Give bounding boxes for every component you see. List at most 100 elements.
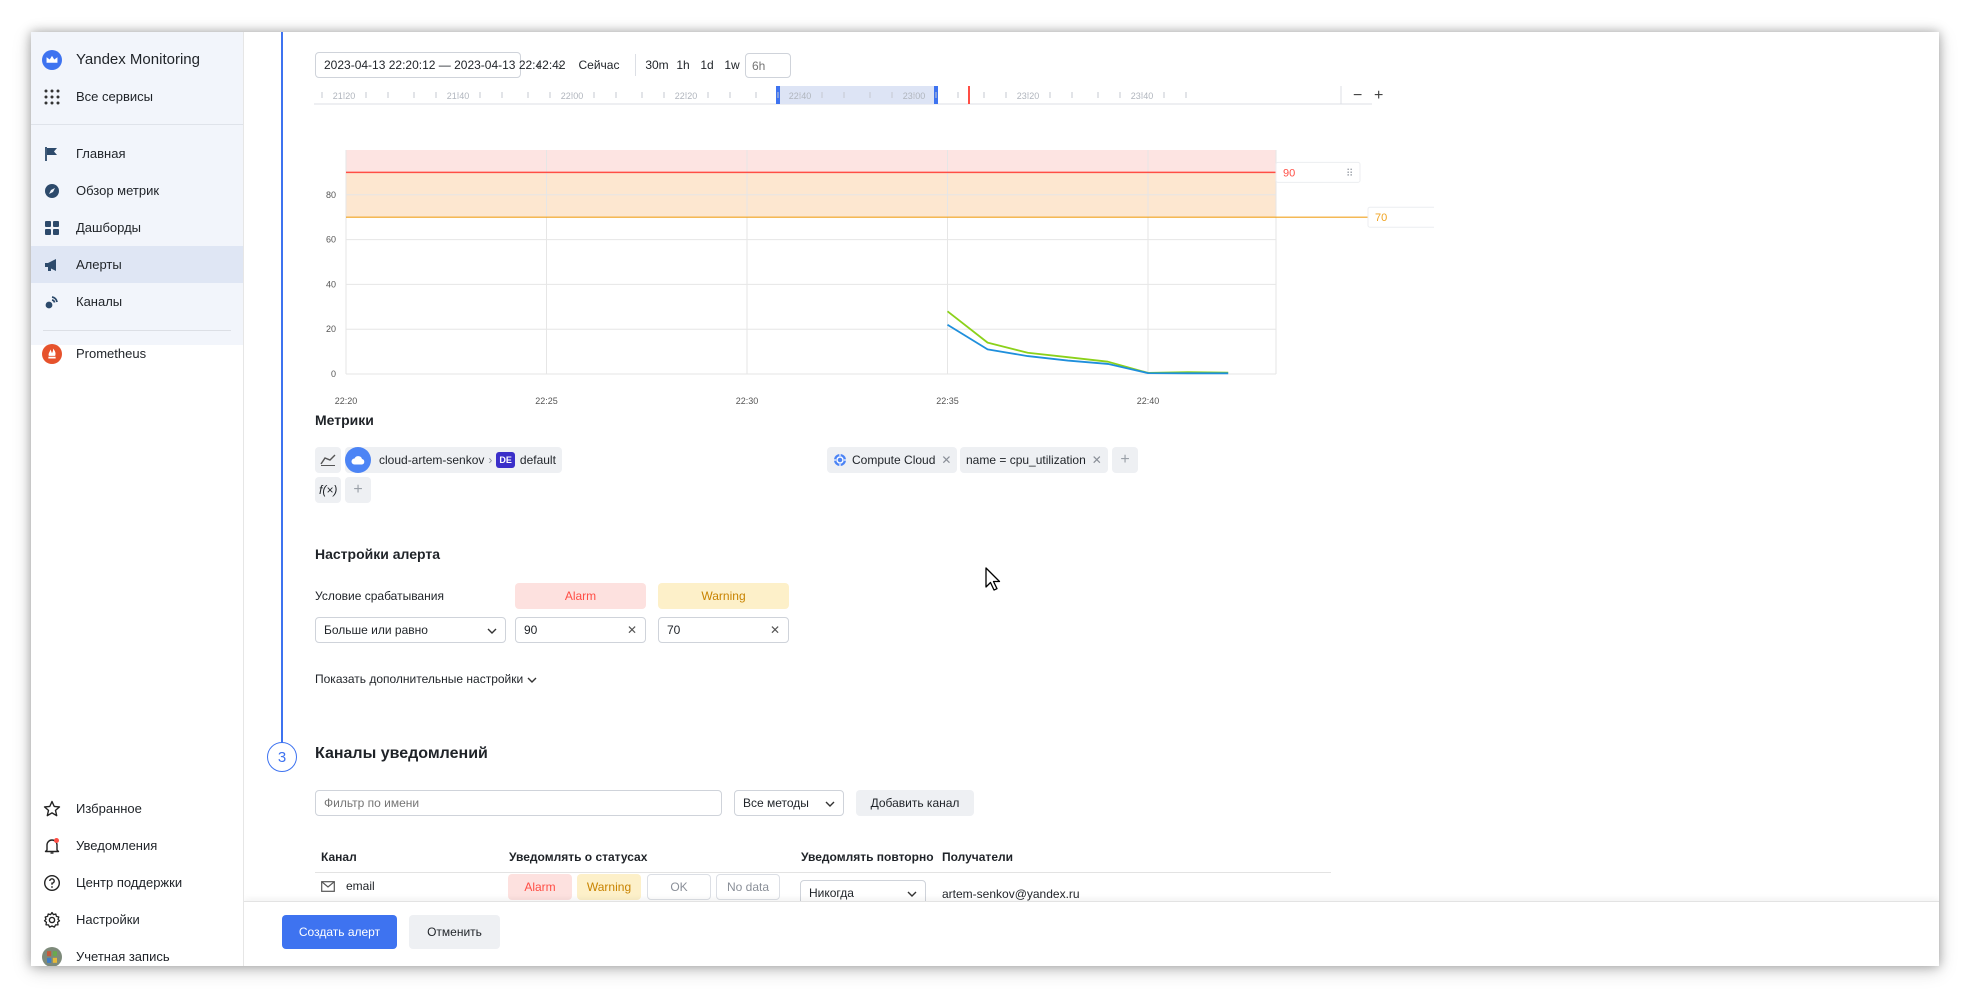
help-icon bbox=[42, 873, 62, 893]
alarm-threshold-input[interactable]: 90 ✕ bbox=[515, 617, 646, 643]
warning-threshold-value: 70 bbox=[667, 623, 681, 637]
add-function-button[interactable]: f(×) bbox=[315, 477, 341, 503]
close-icon[interactable]: ✕ bbox=[941, 453, 951, 467]
timeline-tick-label: 22:00 bbox=[561, 91, 584, 101]
preset-1w-button[interactable]: 1w bbox=[720, 52, 744, 78]
preset-30m-button[interactable]: 30m bbox=[643, 52, 671, 78]
chevron-right-icon: › bbox=[557, 57, 563, 73]
warning-threshold-input[interactable]: 70 ✕ bbox=[658, 617, 789, 643]
timeline-now-marker bbox=[968, 86, 970, 104]
add-query-button[interactable]: + bbox=[345, 477, 371, 503]
alarm-threshold-value: 90 bbox=[524, 623, 538, 637]
plus-icon: + bbox=[1120, 451, 1130, 468]
toolbar-divider bbox=[635, 54, 636, 76]
service-selector-chip[interactable]: Compute Cloud ✕ bbox=[827, 447, 958, 473]
clear-icon[interactable]: ✕ bbox=[627, 623, 637, 637]
function-icon: f(×) bbox=[319, 483, 338, 497]
sidebar-item-home[interactable]: Главная bbox=[31, 135, 243, 172]
cancel-button[interactable]: Отменить bbox=[409, 915, 500, 949]
cpu-utilization-chart[interactable]: 0 20 40 60 80 22:20 22:25 22:30 22:35 22:40 90 ⠿ 70⠿ bbox=[314, 142, 1434, 422]
mail-icon bbox=[321, 880, 335, 895]
add-selector-button[interactable]: + bbox=[1112, 447, 1138, 473]
sidebar-item-settings[interactable]: Настройки bbox=[31, 901, 243, 938]
x-tick-label: 22:35 bbox=[936, 396, 959, 406]
timeline-tick-label: 22:20 bbox=[675, 91, 698, 101]
sidebar-item-notifications[interactable]: Уведомления bbox=[31, 827, 243, 864]
status-toggle-ok[interactable]: OK bbox=[647, 874, 711, 900]
channels-icon bbox=[42, 292, 62, 312]
custom-range-input[interactable] bbox=[745, 53, 791, 78]
create-alert-label: Создать алерт bbox=[298, 925, 381, 939]
channel-filter-input[interactable] bbox=[315, 790, 722, 816]
alarm-header: Alarm bbox=[515, 583, 646, 609]
clear-icon[interactable]: ✕ bbox=[770, 623, 780, 637]
sidebar-item-label: Обзор метрик bbox=[76, 183, 160, 198]
y-tick-label: 40 bbox=[326, 279, 336, 289]
sidebar-item-alerts[interactable]: Алерты bbox=[31, 246, 243, 283]
sidebar-item-label: Учетная запись bbox=[76, 949, 170, 964]
warning-threshold-handle-value: 70 bbox=[1375, 212, 1387, 224]
main-content: 2023-04-13 22:20:12 — 2023-04-13 22:42:4… bbox=[244, 32, 1939, 966]
cloud-icon bbox=[345, 447, 371, 473]
status-toggle-alarm[interactable]: Alarm bbox=[508, 874, 572, 900]
cancel-label: Отменить bbox=[427, 925, 482, 939]
sidebar: Yandex Monitoring Все сервисы Главная Об… bbox=[31, 32, 244, 966]
sidebar-item-label: Избранное bbox=[76, 801, 142, 816]
x-tick-label: 22:25 bbox=[535, 396, 558, 406]
sidebar-item-favorites[interactable]: Избранное bbox=[31, 790, 243, 827]
label-selector-chip[interactable]: name = cpu_utilization ✕ bbox=[960, 447, 1108, 473]
methods-select[interactable]: Все методы bbox=[734, 790, 844, 816]
brand-link[interactable]: Yandex Monitoring bbox=[31, 41, 243, 78]
bell-icon bbox=[42, 836, 62, 856]
chevron-down-icon bbox=[487, 623, 497, 637]
prev-range-button[interactable]: ‹ bbox=[528, 52, 548, 78]
x-tick-label: 22:20 bbox=[335, 396, 358, 406]
timeline-tick-label: 23:20 bbox=[1017, 91, 1040, 101]
sidebar-item-dashboards[interactable]: Дашборды bbox=[31, 209, 243, 246]
timeline-tick-label: 23:40 bbox=[1131, 91, 1154, 101]
all-services-button[interactable]: Все сервисы bbox=[31, 78, 243, 115]
more-settings-link[interactable]: Показать дополнительные настройки bbox=[315, 672, 537, 686]
zoom-out-icon[interactable]: − bbox=[1353, 87, 1362, 104]
warning-threshold-handle[interactable]: 70⠿ bbox=[1367, 206, 1434, 228]
y-tick-label: 20 bbox=[326, 324, 336, 334]
series-line-1 bbox=[947, 323, 1229, 375]
close-icon[interactable]: ✕ bbox=[1092, 453, 1102, 467]
brand-title: Yandex Monitoring bbox=[76, 51, 200, 68]
condition-select[interactable]: Больше или равно bbox=[315, 617, 506, 643]
add-channel-label: Добавить канал bbox=[870, 796, 960, 810]
star-icon bbox=[42, 799, 62, 819]
timeline-tick-label: 23:00 bbox=[903, 91, 926, 101]
time-range-input[interactable]: 2023-04-13 22:20:12 — 2023-04-13 22:42:4… bbox=[315, 52, 566, 78]
sidebar-item-metrics-explorer[interactable]: Обзор метрик bbox=[31, 172, 243, 209]
now-button[interactable]: Сейчас bbox=[573, 52, 625, 78]
sidebar-item-prometheus[interactable]: Prometheus bbox=[31, 335, 243, 372]
alarm-threshold-handle[interactable]: 90 ⠿ bbox=[1275, 161, 1361, 183]
timeline-navigator[interactable]: 21:20 21:40 22:00 22:20 22:40 23:00 23:20 23:40… bbox=[314, 86, 1414, 116]
sidebar-divider bbox=[43, 330, 231, 331]
condition-value: Больше или равно bbox=[324, 623, 428, 637]
app-window: Yandex Monitoring Все сервисы Главная Об… bbox=[31, 32, 1939, 966]
chart-type-toggle-button[interactable] bbox=[315, 447, 341, 473]
y-tick-label: 80 bbox=[326, 190, 336, 200]
status-toggle-warning[interactable]: Warning bbox=[577, 874, 641, 900]
zoom-in-icon[interactable]: + bbox=[1374, 87, 1383, 104]
channel-name: email bbox=[346, 879, 375, 893]
preset-1h-button[interactable]: 1h bbox=[672, 52, 694, 78]
sidebar-item-label: Центр поддержки bbox=[76, 875, 183, 890]
next-range-button[interactable]: › bbox=[550, 52, 570, 78]
sidebar-item-label: Каналы bbox=[76, 294, 123, 309]
add-channel-button[interactable]: Добавить канал bbox=[856, 790, 974, 816]
preset-1d-button[interactable]: 1d bbox=[696, 52, 718, 78]
repeat-value: Никогда bbox=[809, 886, 854, 900]
cloud-selector-chip[interactable]: cloud-artem-senkov › DE default bbox=[345, 447, 562, 473]
folder-badge: DE bbox=[496, 452, 515, 468]
status-toggle-nodata[interactable]: No data bbox=[716, 874, 780, 900]
column-header-statuses: Уведомлять о статусах bbox=[509, 850, 648, 864]
sidebar-item-support[interactable]: Центр поддержки bbox=[31, 864, 243, 901]
preset-label: 1w bbox=[724, 58, 740, 72]
sidebar-item-channels[interactable]: Каналы bbox=[31, 283, 243, 320]
alert-settings-title: Настройки алерта bbox=[315, 546, 441, 562]
create-alert-button[interactable]: Создать алерт bbox=[282, 915, 397, 949]
sidebar-item-account[interactable]: Учетная запись bbox=[31, 938, 243, 966]
